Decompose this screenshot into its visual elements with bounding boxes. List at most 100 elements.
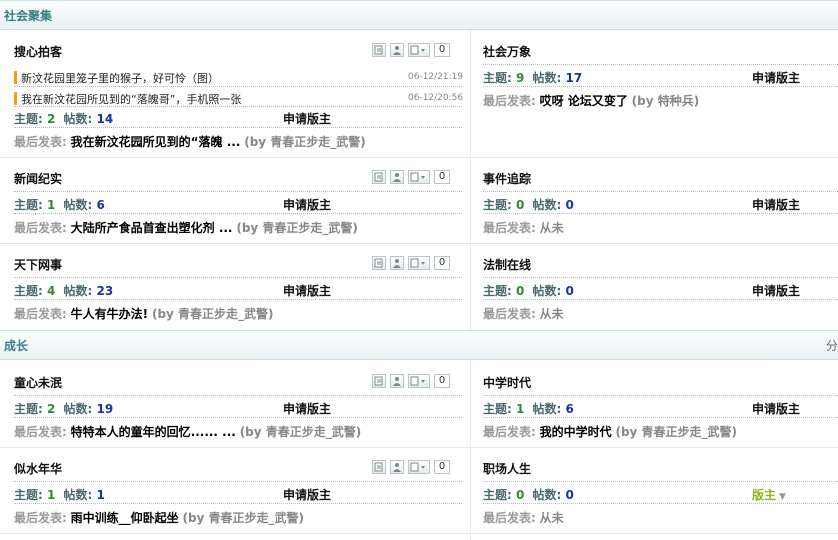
- forum-name[interactable]: 似水年华: [14, 460, 62, 477]
- moderator-icon[interactable]: [390, 460, 404, 474]
- forum-name[interactable]: 事件追踪: [483, 170, 531, 187]
- last-post-title[interactable]: 特特本人的童年的回忆...... ...: [71, 425, 236, 439]
- last-post-title[interactable]: 雨中训练__仰卧起坐: [71, 511, 179, 525]
- forum-tools: 0: [372, 170, 450, 184]
- last-post-author[interactable]: (by 青春正步走_武警): [244, 135, 366, 149]
- last-post-label: 最后发表:: [483, 94, 536, 108]
- divider: [14, 481, 462, 482]
- topics-label: 主题:: [483, 198, 512, 212]
- expand-menu-icon[interactable]: [408, 170, 430, 184]
- apply-moderator-link[interactable]: 申请版主: [283, 400, 331, 417]
- section-header: 成长 分: [0, 330, 838, 360]
- online-count-badge: 0: [434, 374, 450, 388]
- forum-name[interactable]: 天下网事: [14, 256, 62, 273]
- last-post-title[interactable]: 哎呀 论坛又变了: [540, 94, 628, 108]
- apply-moderator-link[interactable]: 申请版主: [283, 110, 331, 127]
- posts-label: 帖数:: [63, 198, 93, 212]
- divider: [483, 213, 838, 214]
- last-post: 最后发表: 从未: [483, 305, 564, 322]
- last-post-label: 最后发表:: [483, 307, 536, 321]
- divider: [483, 299, 838, 300]
- topics-count: 0: [516, 198, 525, 212]
- new-post-icon[interactable]: [372, 43, 386, 57]
- section-title[interactable]: 成长: [4, 337, 28, 354]
- divider: [14, 86, 462, 87]
- forum-name[interactable]: 中学时代: [483, 374, 531, 391]
- last-post-author[interactable]: (by 特种兵): [632, 94, 700, 108]
- thread-title[interactable]: 新汶花园里笼子里的猴子，好可怜（图）: [21, 72, 219, 85]
- new-post-icon[interactable]: [372, 374, 386, 388]
- posts-label: 帖数:: [63, 488, 93, 502]
- last-post-label: 最后发表:: [14, 135, 67, 149]
- forum-name[interactable]: 社会万象: [483, 43, 531, 60]
- thread-title[interactable]: 我在新汶花园所见到的“落魄哥”，手机照一张: [21, 93, 241, 106]
- moderator-icon[interactable]: [390, 170, 404, 184]
- thread-link[interactable]: 新汶花园里笼子里的猴子，好可怜（图）: [14, 70, 219, 86]
- divider: [483, 191, 838, 192]
- expand-menu-icon[interactable]: [408, 374, 430, 388]
- last-post-label: 最后发表:: [483, 425, 536, 439]
- last-post-author[interactable]: (by 青春正步走_武警): [615, 425, 737, 439]
- posts-label: 帖数:: [63, 402, 93, 416]
- last-post-author[interactable]: (by 青春正步走_武警): [240, 425, 362, 439]
- forum-name[interactable]: 新闻纪实: [14, 170, 62, 187]
- apply-moderator-link[interactable]: 申请版主: [752, 400, 800, 417]
- topics-count: 4: [47, 284, 56, 298]
- thread-marker: [14, 92, 17, 105]
- forum-name[interactable]: 搜心拍客: [14, 43, 62, 60]
- last-post: 最后发表: 从未: [483, 509, 564, 526]
- topics-label: 主题:: [14, 198, 43, 212]
- posts-count: 23: [96, 284, 114, 298]
- divider: [14, 503, 462, 504]
- divider: [14, 417, 462, 418]
- apply-moderator-link[interactable]: 申请版主: [752, 69, 800, 86]
- apply-moderator-link[interactable]: 申请版主: [283, 486, 331, 503]
- posts-label: 帖数:: [532, 488, 562, 502]
- thread-link[interactable]: 我在新汶花园所见到的“落魄哥”，手机照一张: [14, 91, 241, 107]
- forum-tools: 0: [372, 43, 450, 57]
- apply-moderator-link[interactable]: 申请版主: [752, 282, 800, 299]
- section-header-right-text[interactable]: 分: [826, 337, 838, 354]
- last-post-title[interactable]: 大陆所产食品首查出塑化剂 ...: [71, 221, 233, 235]
- last-post-author[interactable]: (by 青春正步走_武警): [236, 221, 358, 235]
- last-post-label: 最后发表:: [483, 511, 536, 525]
- divider: [14, 277, 462, 278]
- posts-count: 14: [96, 112, 114, 126]
- apply-moderator-link[interactable]: 申请版主: [283, 196, 331, 213]
- section-title[interactable]: 社会聚集: [4, 7, 52, 24]
- topics-count: 0: [516, 284, 525, 298]
- apply-moderator-link[interactable]: 申请版主: [752, 196, 800, 213]
- forum-name[interactable]: 职场人生: [483, 460, 531, 477]
- last-post: 最后发表: 从未: [483, 219, 564, 236]
- posts-count: 6: [565, 402, 574, 416]
- expand-menu-icon[interactable]: [408, 43, 430, 57]
- posts-count: 0: [565, 198, 574, 212]
- last-post: 最后发表: 雨中训练__仰卧起坐 (by 青春正步走_武警): [14, 509, 304, 526]
- moderator-dropdown[interactable]: 版主 ▼: [752, 486, 786, 503]
- moderator-icon[interactable]: [390, 43, 404, 57]
- last-post-title[interactable]: 牛人有牛办法!: [71, 307, 148, 321]
- posts-count: 0: [565, 284, 574, 298]
- moderator-icon[interactable]: [390, 374, 404, 388]
- last-post-title[interactable]: 我在新汶花园所见到的“落魄 ...: [71, 135, 241, 149]
- forum-name[interactable]: 童心未泯: [14, 374, 62, 391]
- posts-label: 帖数:: [532, 402, 562, 416]
- new-post-icon[interactable]: [372, 170, 386, 184]
- online-count-badge: 0: [434, 256, 450, 270]
- expand-menu-icon[interactable]: [408, 256, 430, 270]
- last-post-author[interactable]: (by 青春正步走_武警): [182, 511, 304, 525]
- row-divider: [0, 243, 838, 244]
- divider: [14, 213, 462, 214]
- forum-name[interactable]: 法制在线: [483, 256, 531, 273]
- new-post-icon[interactable]: [372, 460, 386, 474]
- apply-moderator-link[interactable]: 申请版主: [283, 282, 331, 299]
- last-post-title[interactable]: 我的中学时代: [540, 425, 612, 439]
- online-count-badge: 0: [434, 170, 450, 184]
- row-divider: [0, 447, 838, 448]
- last-post-label: 最后发表:: [14, 221, 67, 235]
- last-post: 最后发表: 我在新汶花园所见到的“落魄 ... (by 青春正步走_武警): [14, 133, 366, 150]
- expand-menu-icon[interactable]: [408, 460, 430, 474]
- last-post-author[interactable]: (by 青春正步走_武警): [152, 307, 274, 321]
- moderator-icon[interactable]: [390, 256, 404, 270]
- new-post-icon[interactable]: [372, 256, 386, 270]
